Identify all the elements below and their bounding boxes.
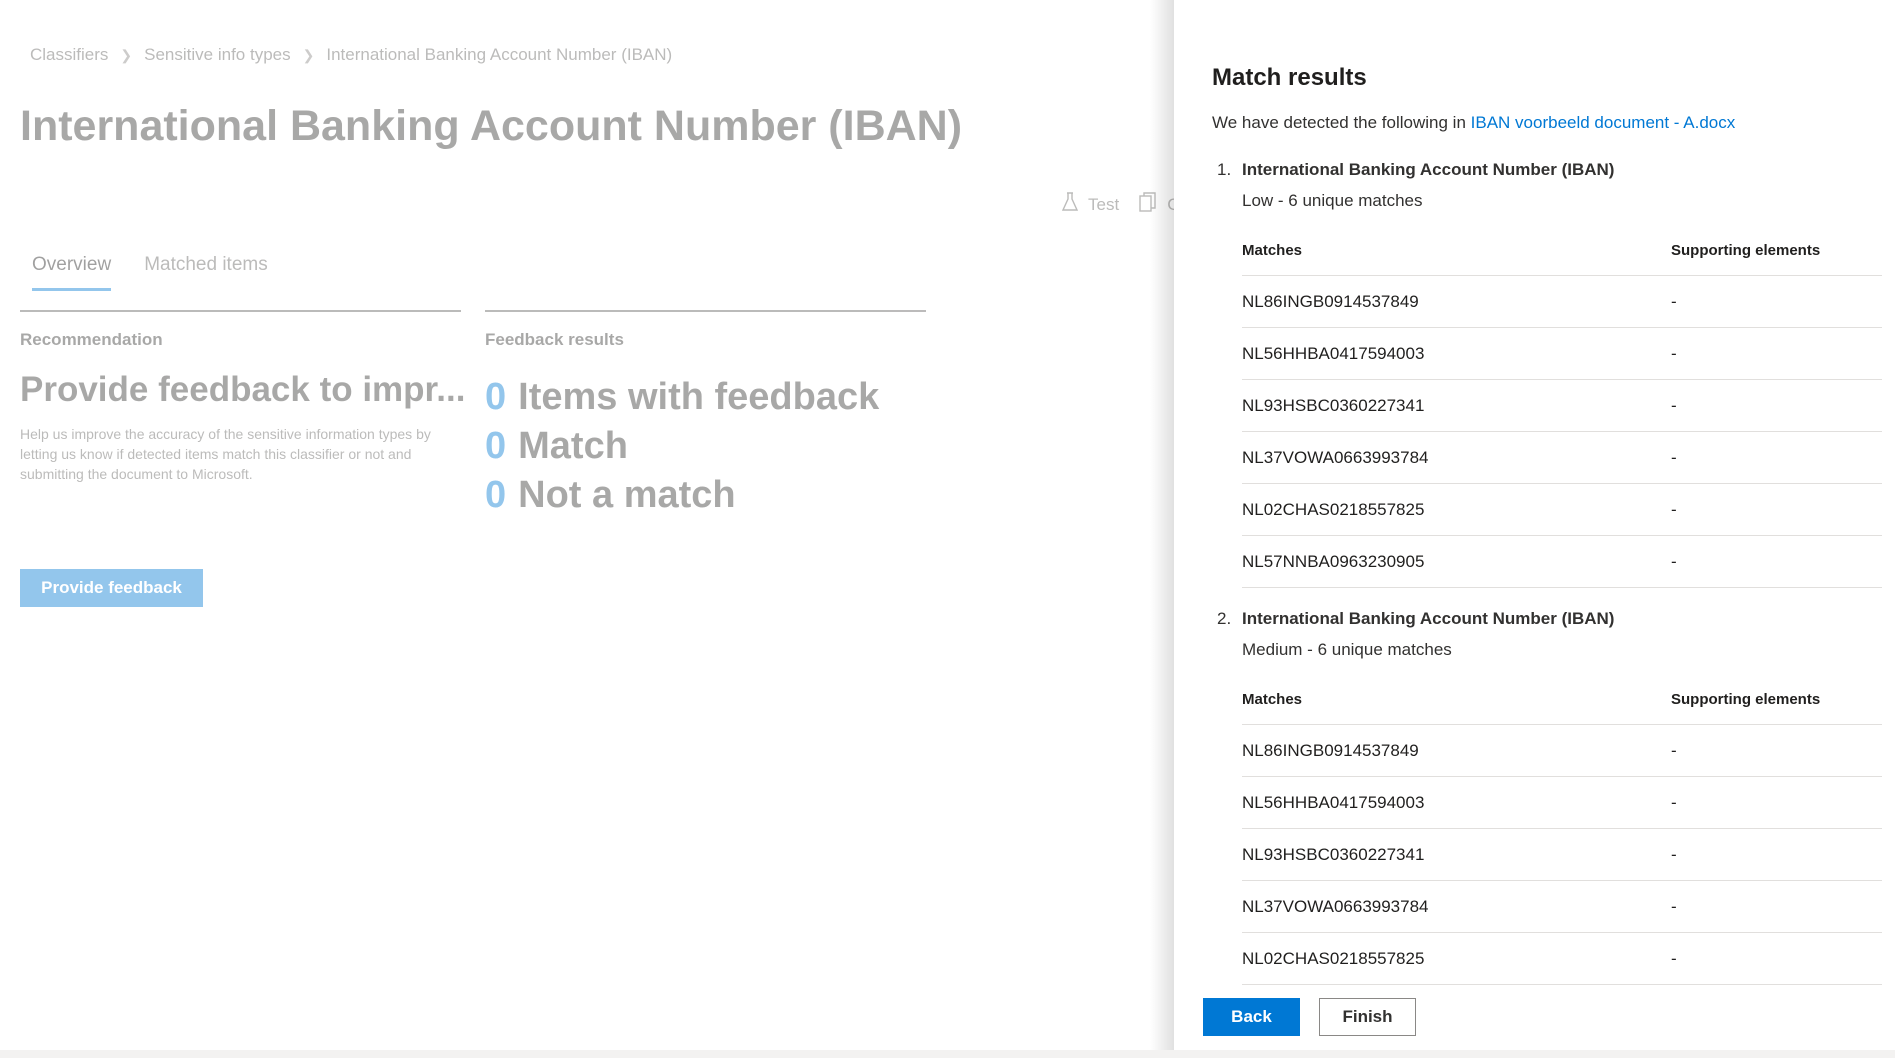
supporting-value: - xyxy=(1671,499,1677,519)
match-value: NL56HHBA0417594003 xyxy=(1242,343,1425,363)
panel-footer: Back Finish xyxy=(1174,995,1895,1051)
supporting-value: - xyxy=(1671,792,1677,812)
result-summary: Low - 6 unique matches xyxy=(1242,191,1423,210)
match-result: 2. International Banking Account Number … xyxy=(1217,609,1882,985)
matches-table: Matches Supporting elements NL86INGB0914… xyxy=(1242,674,1882,985)
table-row: NL02CHAS0218557825 - xyxy=(1242,484,1882,536)
feedback-results-list: 0 Items with feedback 0 Match 0 Not a ma… xyxy=(485,376,879,523)
recommendation-heading: Provide feedback to impr... xyxy=(20,370,466,409)
provide-feedback-button[interactable]: Provide feedback xyxy=(20,569,203,607)
column-header-matches: Matches xyxy=(1242,241,1303,259)
supporting-value: - xyxy=(1671,551,1677,571)
recommendation-card-divider xyxy=(20,310,461,312)
match-value: NL02CHAS0218557825 xyxy=(1242,948,1425,968)
supporting-value: - xyxy=(1671,740,1677,760)
feedback-items-with-feedback: 0 Items with feedback xyxy=(485,376,879,425)
feedback-match: 0 Match xyxy=(485,425,879,474)
page-title: International Banking Account Number (IB… xyxy=(20,102,963,150)
table-row: NL56HHBA0417594003 - xyxy=(1242,777,1882,829)
result-heading: 2. International Banking Account Number … xyxy=(1217,609,1882,629)
recommendation-label: Recommendation xyxy=(20,330,163,349)
table-row: NL02CHAS0218557825 - xyxy=(1242,933,1882,985)
match-value: NL37VOWA0663993784 xyxy=(1242,447,1429,467)
column-header-matches: Matches xyxy=(1242,690,1303,708)
breadcrumb-item-current: International Banking Account Number (IB… xyxy=(326,45,673,64)
table-row: NL37VOWA0663993784 - xyxy=(1242,881,1882,933)
feedback-label: Match xyxy=(518,425,628,467)
chevron-right-icon: ❯ xyxy=(120,46,133,63)
table-row: NL86INGB0914537849 - xyxy=(1242,276,1882,328)
feedback-label: Items with feedback xyxy=(518,376,880,418)
test-button-label: Test xyxy=(1088,194,1120,214)
result-index: 2. xyxy=(1217,609,1232,628)
match-result: 1. International Banking Account Number … xyxy=(1217,160,1882,588)
table-row: NL86INGB0914537849 - xyxy=(1242,725,1882,777)
column-header-supporting-elements: Supporting elements xyxy=(1671,690,1821,708)
feedback-count: 0 xyxy=(485,376,507,418)
match-results-panel: Match results We have detected the follo… xyxy=(1174,0,1895,1052)
table-row: NL93HSBC0360227341 - xyxy=(1242,380,1882,432)
match-value: NL93HSBC0360227341 xyxy=(1242,395,1425,415)
tab-overview[interactable]: Overview xyxy=(32,254,112,291)
panel-title: Match results xyxy=(1212,64,1367,91)
chevron-right-icon: ❯ xyxy=(302,46,315,63)
back-button[interactable]: Back xyxy=(1203,998,1300,1036)
feedback-results-label: Feedback results xyxy=(485,330,624,349)
result-index: 1. xyxy=(1217,160,1232,179)
supporting-value: - xyxy=(1671,896,1677,916)
supporting-value: - xyxy=(1671,395,1677,415)
match-value: NL57NNBA0963230905 xyxy=(1242,551,1425,571)
result-summary: Medium - 6 unique matches xyxy=(1242,640,1452,659)
table-header-row: Matches Supporting elements xyxy=(1242,225,1882,276)
feedback-label: Not a match xyxy=(518,474,736,516)
supporting-value: - xyxy=(1671,343,1677,363)
result-name: International Banking Account Number (IB… xyxy=(1242,160,1615,179)
panel-shadow xyxy=(1150,0,1174,1052)
match-value: NL02CHAS0218557825 xyxy=(1242,499,1425,519)
feedback-count: 0 xyxy=(485,474,507,516)
finish-button[interactable]: Finish xyxy=(1319,998,1416,1036)
tab-matched-items[interactable]: Matched items xyxy=(144,254,268,291)
feedback-card-divider xyxy=(485,310,926,312)
document-link[interactable]: IBAN voorbeeld document - A.docx xyxy=(1471,113,1736,132)
breadcrumb-item-sensitive-info-types[interactable]: Sensitive info types xyxy=(144,45,290,65)
background-page: Classifiers ❯ Sensitive info types ❯ Int… xyxy=(0,0,1179,1050)
table-row: NL57NNBA0963230905 - xyxy=(1242,536,1882,588)
recommendation-description: Help us improve the accuracy of the sens… xyxy=(20,426,431,482)
column-header-supporting-elements: Supporting elements xyxy=(1671,241,1821,259)
tab-list: Overview Matched items xyxy=(32,254,301,291)
breadcrumb: Classifiers ❯ Sensitive info types ❯ Int… xyxy=(30,45,672,65)
supporting-value: - xyxy=(1671,291,1677,311)
match-value: NL86INGB0914537849 xyxy=(1242,291,1419,311)
table-row: NL37VOWA0663993784 - xyxy=(1242,432,1882,484)
supporting-value: - xyxy=(1671,844,1677,864)
panel-description-text: We have detected the following in xyxy=(1212,113,1466,132)
matches-table: Matches Supporting elements NL86INGB0914… xyxy=(1242,225,1882,588)
match-value: NL86INGB0914537849 xyxy=(1242,740,1419,760)
match-value: NL37VOWA0663993784 xyxy=(1242,896,1429,916)
feedback-not-a-match: 0 Not a match xyxy=(485,474,879,523)
match-value: NL56HHBA0417594003 xyxy=(1242,792,1425,812)
panel-description: We have detected the following in IBAN v… xyxy=(1212,113,1735,133)
match-value: NL93HSBC0360227341 xyxy=(1242,844,1425,864)
table-row: NL56HHBA0417594003 - xyxy=(1242,328,1882,380)
breadcrumb-item-classifiers[interactable]: Classifiers xyxy=(30,45,108,65)
table-row: NL93HSBC0360227341 - xyxy=(1242,829,1882,881)
supporting-value: - xyxy=(1671,447,1677,467)
result-heading: 1. International Banking Account Number … xyxy=(1217,160,1882,180)
test-button[interactable]: Test xyxy=(1061,192,1120,217)
feedback-count: 0 xyxy=(485,425,507,467)
result-name: International Banking Account Number (IB… xyxy=(1242,609,1615,628)
supporting-value: - xyxy=(1671,948,1677,968)
table-header-row: Matches Supporting elements xyxy=(1242,674,1882,725)
flask-icon xyxy=(1061,192,1079,217)
window-bottom-edge xyxy=(0,1050,1895,1058)
